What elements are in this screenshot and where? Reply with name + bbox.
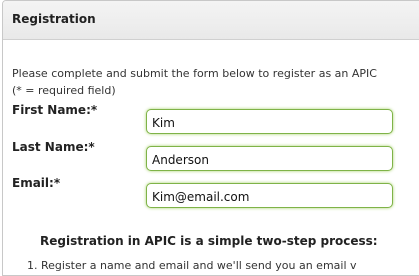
email-input[interactable] [146, 183, 393, 208]
last-name-input[interactable] [146, 146, 393, 171]
process-heading: Registration in APIC is a simple two-ste… [40, 234, 378, 248]
process-step-1: 1. Register a name and email and we'll s… [27, 259, 357, 272]
first-name-label: First Name:* [12, 103, 98, 117]
email-label: Email:* [12, 176, 61, 190]
first-name-input[interactable] [146, 109, 393, 134]
intro-text: Please complete and submit the form belo… [12, 67, 377, 80]
panel-title: Registration [12, 12, 96, 26]
panel-header: Registration [3, 1, 419, 40]
required-field-note: (* = required field) [12, 84, 116, 97]
registration-panel: Registration Please complete and submit … [2, 0, 419, 276]
last-name-label: Last Name:* [12, 140, 95, 154]
